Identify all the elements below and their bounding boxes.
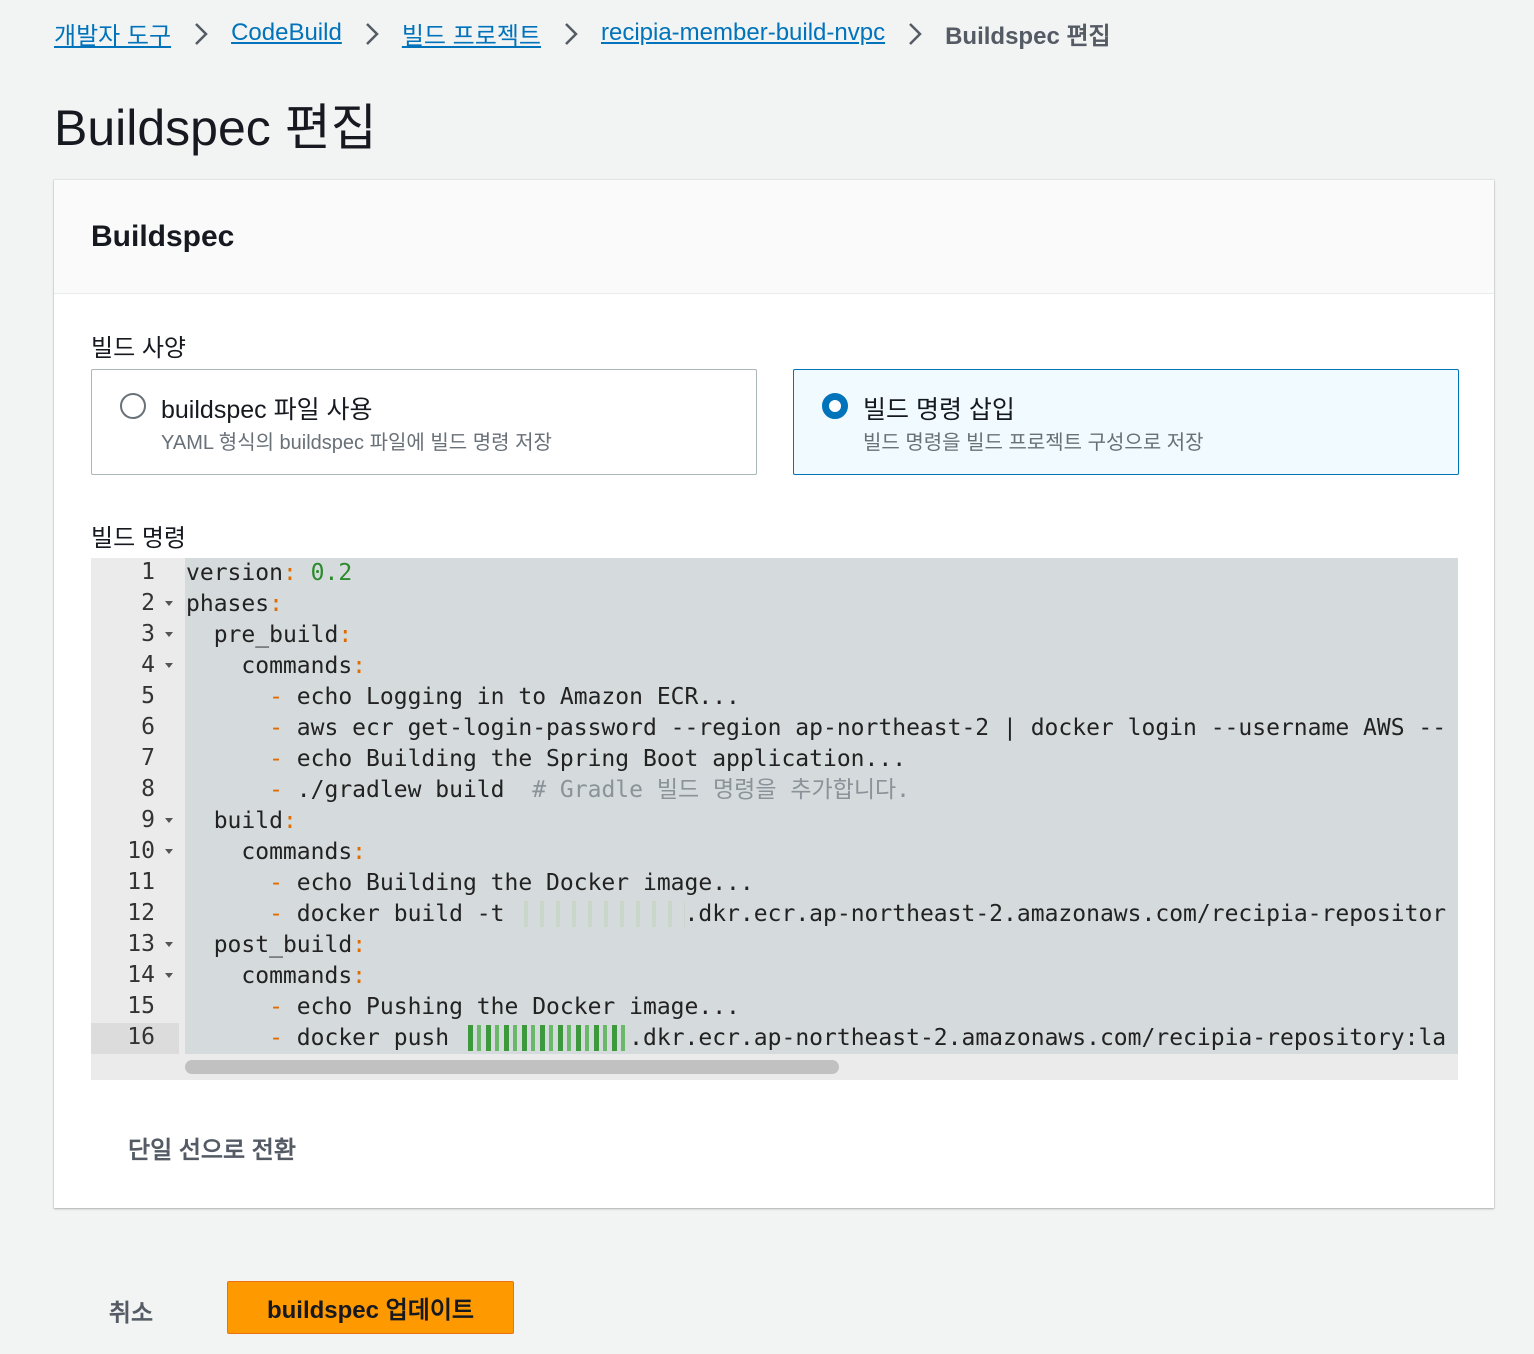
buildspec-panel: Buildspec 빌드 사양 buildspec 파일 사용 YAML 형식의… (54, 180, 1494, 1208)
breadcrumb-developer-tools[interactable]: 개발자 도구 (54, 16, 171, 51)
code-line-13: post_build: (213, 932, 367, 958)
option-description: YAML 형식의 buildspec 파일에 빌드 명령 저장 (161, 432, 552, 454)
line-number: 11 (127, 869, 155, 895)
code-line-1: version: 0.2 (186, 560, 353, 586)
fold-arrow-icon[interactable] (165, 973, 173, 978)
line-number-row: 4 (91, 651, 179, 682)
fold-arrow-icon[interactable] (165, 663, 173, 668)
line-number-row: 3 (91, 620, 179, 651)
line-number: 12 (127, 900, 155, 926)
code-line-6: - aws ecr get-login-password --region ap… (269, 715, 1447, 741)
line-number: 10 (127, 838, 155, 864)
line-number-row: 6 (91, 713, 179, 744)
option-title: 빌드 명령 삽입 (863, 396, 1015, 424)
chevron-right-icon (885, 19, 945, 47)
code-line-10: commands: (241, 839, 367, 865)
chevron-right-icon (171, 19, 231, 47)
line-number: 8 (141, 776, 155, 802)
line-number-row: 13 (91, 930, 179, 961)
panel-title: Buildspec (91, 219, 235, 253)
radio-button[interactable] (120, 393, 146, 419)
fold-arrow-icon[interactable] (165, 942, 173, 947)
line-number-row: 10 (91, 837, 179, 868)
line-number-row: 9 (91, 806, 179, 837)
breadcrumb-project[interactable]: recipia-member-build-nvpc (601, 19, 885, 47)
redacted-account-id: XXXXXXXXXXXX (518, 901, 685, 927)
code-line-16: - docker push XXXXXXXXXXXX.dkr.ecr.ap-no… (269, 1025, 1447, 1051)
line-number: 15 (127, 993, 155, 1019)
line-number: 4 (141, 652, 155, 678)
redacted-account-id: XXXXXXXXXXXX (462, 1025, 630, 1051)
build-commands-label: 빌드 명령 (91, 525, 186, 552)
build-spec-label: 빌드 사양 (91, 335, 186, 362)
fold-arrow-icon[interactable] (165, 818, 173, 823)
code-line-11: - echo Building the Docker image... (269, 870, 754, 896)
line-number: 16 (127, 1024, 155, 1050)
scrollbar-thumb[interactable] (185, 1060, 839, 1074)
code-line-2: phases: (186, 591, 283, 617)
radio-button-selected[interactable] (822, 393, 848, 419)
line-number: 5 (141, 683, 155, 709)
line-number: 2 (141, 590, 155, 616)
breadcrumb-build-projects[interactable]: 빌드 프로젝트 (402, 16, 541, 51)
switch-to-single-line-link[interactable]: 단일 선으로 전환 (128, 1130, 296, 1165)
code-line-9: build: (213, 808, 297, 834)
line-number-gutter: 1 2 3 4 5 6 7 8 9 10 11 12 13 14 15 16 (91, 558, 179, 1080)
line-number-row: 8 (91, 775, 179, 806)
line-number-row: 1 (91, 558, 179, 589)
line-number: 3 (141, 621, 155, 647)
line-number: 13 (127, 931, 155, 957)
update-buildspec-button[interactable]: buildspec 업데이트 (227, 1281, 514, 1334)
option-description: 빌드 명령을 빌드 프로젝트 구성으로 저장 (863, 432, 1204, 454)
line-number: 7 (141, 745, 155, 771)
chevron-right-icon (541, 19, 601, 47)
line-number: 1 (141, 559, 155, 585)
breadcrumb-current: Buildspec 편집 (945, 22, 1111, 50)
code-content[interactable]: version: 0.2 phases: pre_build: commands… (185, 558, 1458, 1054)
page-title: Buildspec 편집 (54, 100, 377, 156)
line-number: 14 (127, 962, 155, 988)
line-number-row: 12 (91, 899, 179, 930)
code-line-7: - echo Building the Spring Boot applicat… (269, 746, 907, 772)
fold-arrow-icon[interactable] (165, 632, 173, 637)
fold-arrow-icon[interactable] (165, 601, 173, 606)
line-number-row: 2 (91, 589, 179, 620)
line-number-row: 14 (91, 961, 179, 992)
code-editor[interactable]: 1 2 3 4 5 6 7 8 9 10 11 12 13 14 15 16 version: 0.2 pha… (91, 558, 1458, 1080)
line-number-row: 7 (91, 744, 179, 775)
line-number-row: 15 (91, 992, 179, 1023)
option-use-buildspec-file[interactable]: buildspec 파일 사용 YAML 형식의 buildspec 파일에 빌… (91, 369, 757, 475)
code-line-12: - docker build -t XXXXXXXXXXXX.dkr.ecr.a… (269, 901, 1447, 927)
option-title: buildspec 파일 사용 (161, 396, 373, 424)
horizontal-scrollbar[interactable] (179, 1054, 1458, 1080)
breadcrumb-codebuild[interactable]: CodeBuild (231, 19, 342, 47)
breadcrumb: 개발자 도구 CodeBuild 빌드 프로젝트 recipia-member-… (54, 14, 1111, 52)
line-number: 6 (141, 714, 155, 740)
code-line-4: commands: (241, 653, 367, 679)
code-line-15: - echo Pushing the Docker image... (269, 994, 740, 1020)
line-number-row: 5 (91, 682, 179, 713)
fold-arrow-icon[interactable] (165, 849, 173, 854)
option-insert-build-commands[interactable]: 빌드 명령 삽입 빌드 명령을 빌드 프로젝트 구성으로 저장 (793, 369, 1459, 475)
code-line-3: pre_build: (213, 622, 353, 648)
code-comment: # Gradle 빌드 명령을 추가합니다. (532, 777, 910, 803)
cancel-button[interactable]: 취소 (98, 1290, 164, 1330)
code-line-5: - echo Logging in to Amazon ECR... (269, 684, 740, 710)
panel-header: Buildspec (54, 180, 1494, 294)
line-number-row: 16 (91, 1023, 179, 1054)
code-line-8: - ./gradlew build # Gradle 빌드 명령을 추가합니다. (269, 777, 910, 803)
code-line-14: commands: (241, 963, 367, 989)
chevron-right-icon (342, 19, 402, 47)
line-number: 9 (141, 807, 155, 833)
line-number-row: 11 (91, 868, 179, 899)
